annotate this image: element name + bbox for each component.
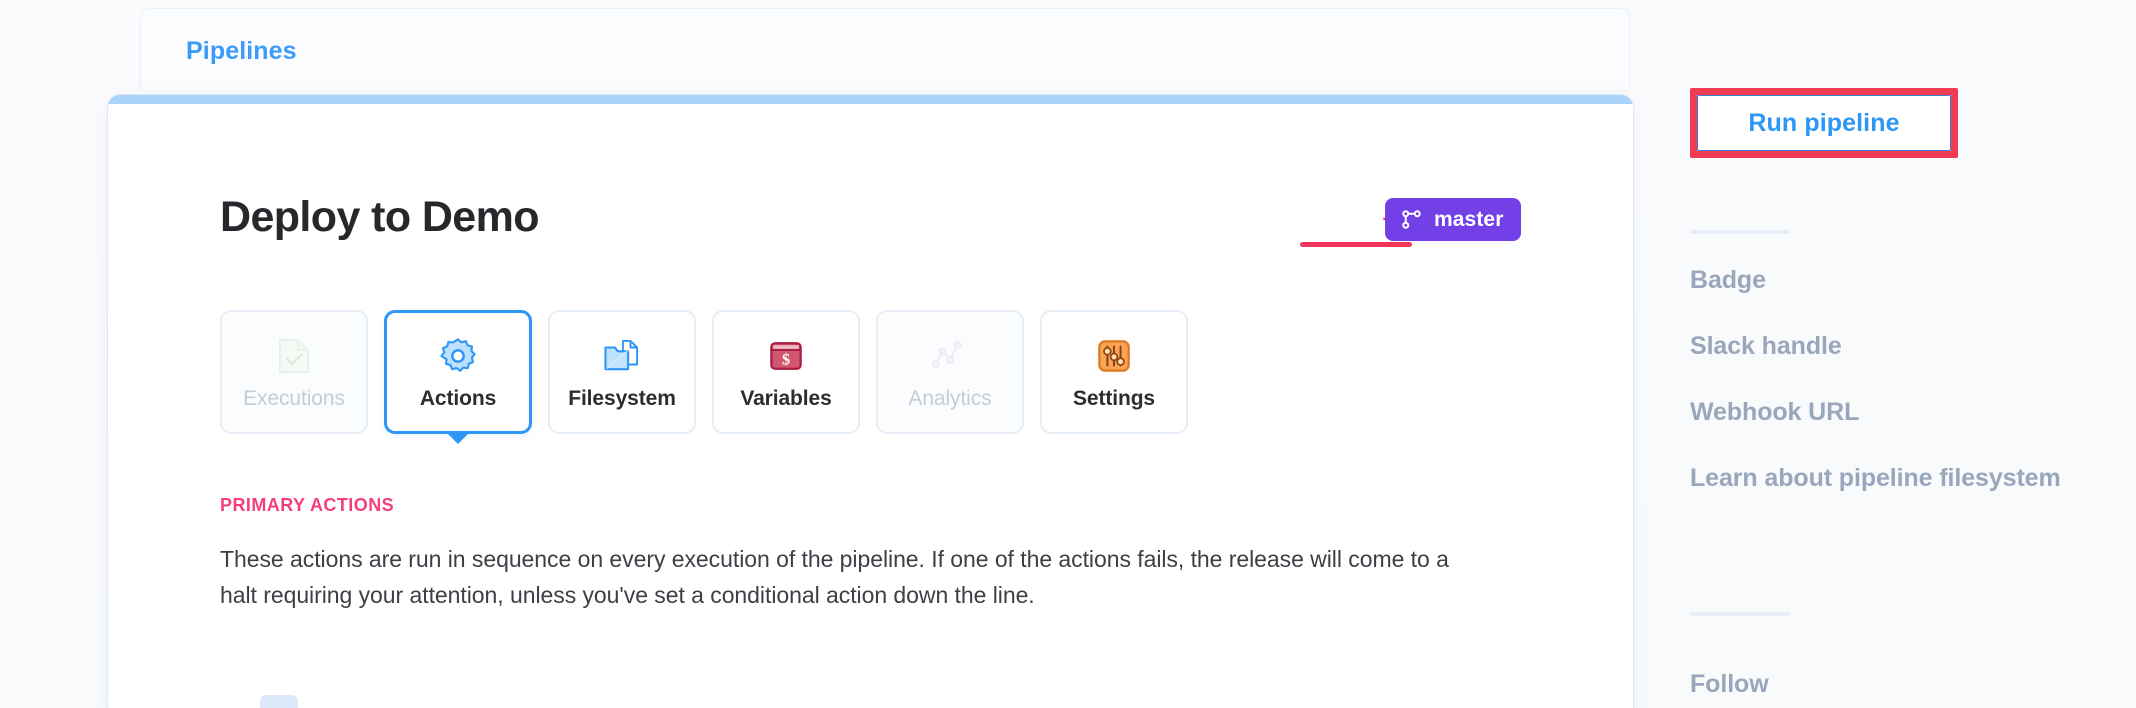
tab-card-filesystem[interactable]: Filesystem [548, 310, 696, 434]
tab-label-analytics: Analytics [908, 386, 992, 410]
sidebar-divider-top [1690, 230, 1790, 234]
section-description: These actions are run in sequence on eve… [220, 546, 1449, 608]
branch-name: master [1434, 208, 1504, 231]
sidebar-link-learn-pipeline-filesystem[interactable]: Learn about pipeline filesystem [1690, 466, 2130, 491]
run-pipeline-button[interactable]: Run pipeline [1697, 95, 1951, 151]
document-check-icon [274, 336, 314, 376]
svg-text:$: $ [782, 351, 790, 368]
tab-card-variables[interactable]: $ Variables [712, 310, 860, 434]
git-branch-icon [1400, 208, 1423, 231]
tab-card-analytics: Analytics [876, 310, 1024, 434]
app-root: Pipelines Deploy to Demo -15 [0, 0, 2136, 708]
sidebar-link-slack-handle[interactable]: Slack handle [1690, 334, 2130, 359]
tab-label-filesystem: Filesystem [568, 386, 676, 410]
sidebar-link-webhook-url[interactable]: Webhook URL [1690, 400, 2130, 425]
partial-action-chip [260, 695, 298, 708]
folder-file-icon [602, 336, 642, 376]
panel-content: Deploy to Demo -15 [220, 193, 1593, 708]
line-chart-icon [930, 336, 970, 376]
tab-card-actions[interactable]: Actions [384, 310, 532, 444]
tab-label-actions: Actions [419, 386, 497, 410]
sliders-icon [1094, 336, 1134, 376]
trend-sparkline [1300, 242, 1412, 247]
pipeline-tab-cards: Executions Actions Filesystem $ Variable… [220, 310, 1593, 444]
run-pipeline-label: Run pipeline [1748, 108, 1900, 137]
gear-icon [438, 336, 478, 376]
active-tab-caret-icon [447, 433, 469, 444]
page-title: Deploy to Demo [220, 193, 540, 241]
dollar-card-icon: $ [766, 336, 806, 376]
pipeline-detail-panel: Deploy to Demo -15 [108, 95, 1633, 708]
section-heading-primary-actions: PRIMARY ACTIONS [220, 495, 395, 515]
tab-label-executions: Executions [243, 386, 345, 410]
breadcrumb-link-pipelines[interactable]: Pipelines [186, 39, 297, 64]
branch-badge[interactable]: master [1385, 198, 1522, 241]
right-sidebar: Run pipeline Badge Slack handle Webhook … [1690, 0, 2130, 708]
run-pipeline-area: Run pipeline [1690, 88, 1958, 158]
sidebar-divider-bottom [1690, 612, 1790, 616]
sidebar-links: Badge Slack handle Webhook URL Learn abo… [1690, 268, 2130, 532]
tab-label-settings: Settings [1072, 386, 1156, 410]
sidebar-link-badge[interactable]: Badge [1690, 268, 2130, 293]
tab-card-executions: Executions [220, 310, 368, 434]
breadcrumb-tab: Pipelines [140, 8, 1630, 90]
sidebar-link-follow[interactable]: Follow [1690, 672, 1769, 697]
tab-card-settings[interactable]: Settings [1040, 310, 1188, 434]
tab-label-variables: Variables [740, 386, 832, 410]
pipeline-header-row: Deploy to Demo -15 [220, 193, 1593, 265]
